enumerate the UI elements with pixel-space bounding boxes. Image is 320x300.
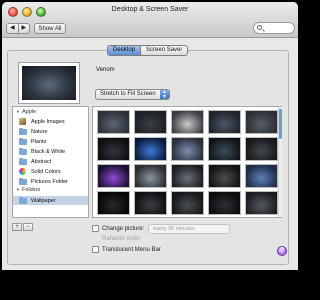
wallpaper-thumbnail[interactable] <box>208 110 241 134</box>
folder-icon <box>19 137 27 145</box>
change-picture-option[interactable]: Change picture: <box>92 225 144 232</box>
wallpaper-thumbnail[interactable] <box>245 164 278 188</box>
source-item-apple-images[interactable]: Apple Images <box>19 117 65 126</box>
folder-icon <box>19 196 27 204</box>
wallpaper-thumbnail[interactable] <box>171 164 204 188</box>
wallpaper-thumbnail[interactable] <box>208 137 241 161</box>
search-icon <box>257 25 262 30</box>
source-item-solid-colors[interactable]: Solid Colors <box>19 167 61 176</box>
title-bar: Desktop & Screen Saver ◀ ▶ Show All <box>2 2 298 38</box>
remove-folder-button[interactable]: − <box>23 223 33 231</box>
folder-icon <box>19 177 27 185</box>
back-forward-control[interactable]: ◀ ▶ <box>6 23 30 34</box>
change-interval-select[interactable]: every 30 minutes <box>148 224 230 234</box>
wallpaper-thumbnail[interactable] <box>208 164 241 188</box>
wallpaper-thumbnail[interactable] <box>245 110 278 134</box>
tab-desktop[interactable]: Desktop <box>108 46 142 55</box>
wallpaper-thumbnail[interactable] <box>97 191 130 215</box>
folder-icon <box>19 147 27 155</box>
wallpaper-name: Venom <box>96 67 115 73</box>
change-picture-checkbox[interactable] <box>92 225 99 232</box>
popup-arrows-icon: ▲ ▼ <box>160 90 169 99</box>
folder-icon <box>19 157 27 165</box>
random-order-option[interactable]: Random order <box>102 236 140 242</box>
wallpaper-thumbnail[interactable] <box>97 137 130 161</box>
translucent-menu-bar-option[interactable]: Translucent Menu Bar <box>92 246 161 253</box>
wallpaper-thumbnail[interactable] <box>171 191 204 215</box>
back-arrow-icon[interactable]: ◀ <box>7 24 19 33</box>
source-item-wallpaper[interactable]: Wallpaper <box>13 196 88 205</box>
color-wheel-icon <box>19 168 26 175</box>
wallpaper-thumbnail[interactable] <box>97 164 130 188</box>
forward-arrow-icon[interactable]: ▶ <box>19 24 30 33</box>
apple-images-icon <box>19 118 26 125</box>
wallpaper-thumbnail[interactable] <box>134 191 167 215</box>
wallpaper-thumbnail[interactable] <box>97 110 130 134</box>
source-list: ▼ Apple Apple Images Nature Plants Black … <box>12 106 89 218</box>
source-item-nature[interactable]: Nature <box>19 127 48 136</box>
change-picture-label: Change picture: <box>102 225 145 232</box>
tab-screen-saver[interactable]: Screen Saver <box>141 46 188 55</box>
source-group-folders[interactable]: ▼ Folders <box>16 187 40 193</box>
wallpaper-thumbnail[interactable] <box>134 137 167 161</box>
window-title: Desktop & Screen Saver <box>111 6 189 13</box>
scroll-knob[interactable] <box>279 109 282 139</box>
add-folder-button[interactable]: + <box>12 223 22 231</box>
source-group-apple[interactable]: ▼ Apple <box>16 109 36 115</box>
source-list-controls: + − <box>12 223 33 231</box>
wallpaper-thumbnail[interactable] <box>245 191 278 215</box>
random-order-label: Random order <box>102 236 141 242</box>
grid-scrollbar[interactable] <box>278 107 282 217</box>
help-button[interactable]: ? <box>277 246 287 256</box>
search-input[interactable] <box>253 22 295 34</box>
wallpaper-thumbnail[interactable] <box>245 137 278 161</box>
wallpaper-thumbnail[interactable] <box>208 191 241 215</box>
wallpaper-thumbnail[interactable] <box>134 164 167 188</box>
wallpaper-thumbnail[interactable] <box>171 137 204 161</box>
folder-icon <box>19 127 27 135</box>
wallpaper-preview <box>18 62 80 104</box>
fill-mode-select[interactable]: Stretch to Fill Screen ▲ ▼ <box>95 89 170 100</box>
source-item-pictures-folder[interactable]: Pictures Folder <box>19 177 68 186</box>
source-item-plants[interactable]: Plants <box>19 137 46 146</box>
source-item-abstract[interactable]: Abstract <box>19 157 51 166</box>
wallpaper-thumbnail[interactable] <box>134 110 167 134</box>
source-item-black-white[interactable]: Black & White <box>19 147 65 156</box>
show-all-button[interactable]: Show All <box>34 23 66 34</box>
fill-mode-value: Stretch to Fill Screen <box>100 91 156 97</box>
wallpaper-thumbnail[interactable] <box>171 110 204 134</box>
translucent-menu-bar-checkbox[interactable] <box>92 246 99 253</box>
wallpaper-grid <box>92 106 282 218</box>
translucent-menu-bar-label: Translucent Menu Bar <box>102 246 161 253</box>
tab-bar: Desktop Screen Saver <box>107 45 189 56</box>
